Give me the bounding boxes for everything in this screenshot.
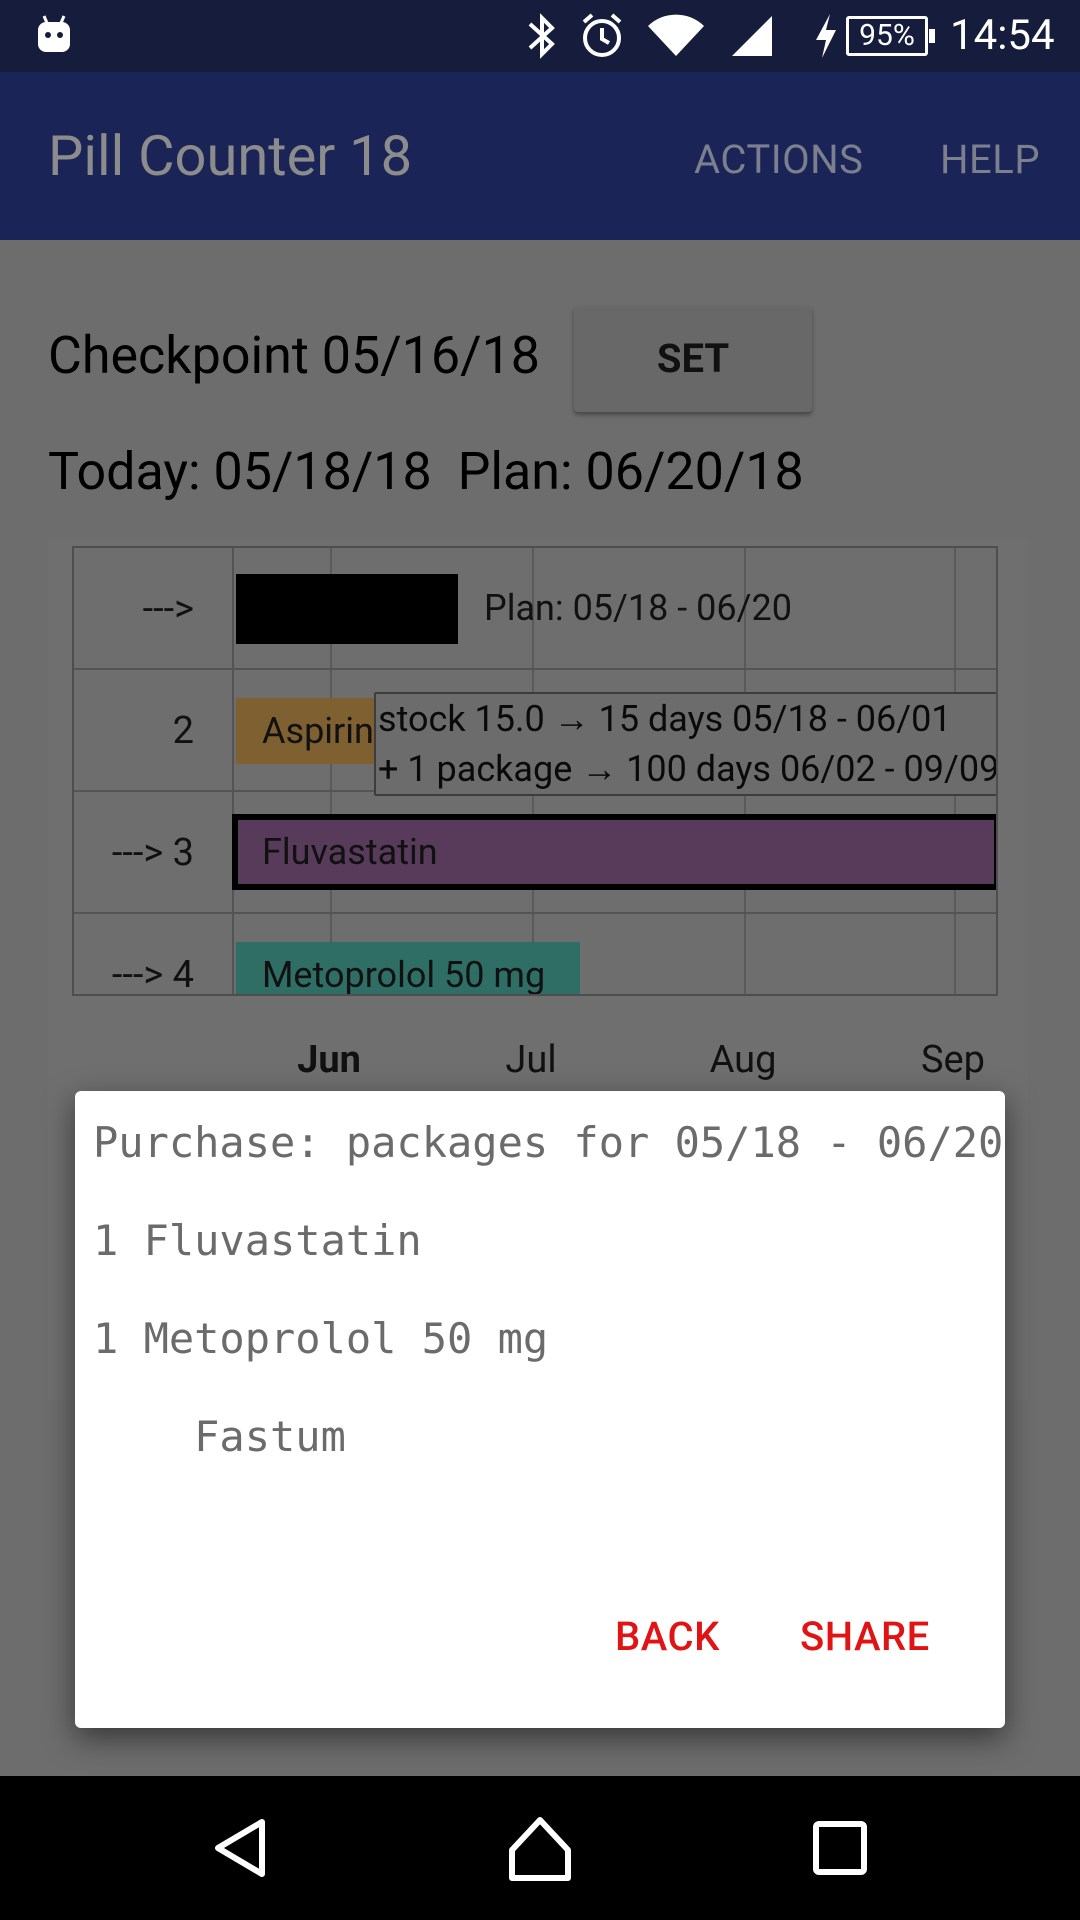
aspirin-bar: Aspirin — [236, 698, 376, 764]
axis-tick-jun: Jun — [297, 1038, 361, 1082]
tooltip-line: + 1 package → 100 days 06/02 - 09/09 — [378, 748, 998, 790]
chart-x-axis: Jun 2018 Jul Aug Sep — [48, 1010, 1028, 1130]
plan-range-label: Plan: 05/18 - 06/20 — [484, 587, 792, 629]
dates-line: Today: 05/18/18 Plan: 06/20/18 — [48, 440, 804, 504]
axis-tick-jul: Jul — [505, 1038, 557, 1082]
today-date: Today: 05/18/18 — [48, 441, 432, 502]
bluetooth-icon — [528, 13, 555, 59]
purchase-dialog: Purchase: packages for 05/18 - 06/20 1 F… — [75, 1091, 1005, 1728]
recents-nav-icon[interactable] — [800, 1808, 880, 1888]
alarm-icon — [582, 13, 622, 57]
row-label: ---> 3 — [74, 792, 234, 914]
help-menu-button[interactable]: HELP — [940, 136, 1040, 184]
purchase-item: 1 Metoprolol 50 mg — [93, 1314, 549, 1363]
purchase-item: Fastum — [93, 1412, 346, 1461]
axis-tick-aug: Aug — [709, 1038, 777, 1082]
plan-bar — [236, 574, 458, 644]
app-bar: Pill Counter 18 ACTIONS HELP — [0, 72, 1080, 240]
screen: 95% 14:54 Pill Counter 18 ACTIONS HELP C… — [0, 0, 1080, 1920]
share-button[interactable]: SHARE — [800, 1611, 930, 1663]
charging-icon — [816, 14, 836, 58]
purchase-item: 1 Fluvastatin — [93, 1216, 422, 1265]
stock-tooltip: stock 15.0 → 15 days 05/18 - 06/01 + 1 p… — [374, 692, 998, 796]
signal-icon — [732, 16, 772, 56]
back-button[interactable]: BACK — [615, 1611, 720, 1663]
battery-icon: 95% — [846, 16, 935, 56]
plan-date: Plan: 06/20/18 — [457, 441, 804, 502]
chart-row-metoprolol[interactable]: ---> 4 Metoprolol 50 mg — [74, 914, 996, 994]
dialog-title: Purchase: packages for 05/18 - 06/20 — [93, 1118, 1004, 1167]
fluvastatin-bar: Fluvastatin — [232, 814, 996, 890]
chart-row-plan[interactable]: ---> Plan: 05/18 - 06/20 — [74, 548, 996, 670]
chart-row-fluvastatin[interactable]: ---> 3 Fluvastatin — [74, 792, 996, 914]
app-title: Pill Counter 18 — [48, 123, 413, 189]
status-time: 14:54 — [950, 11, 1055, 60]
actions-menu-button[interactable]: ACTIONS — [694, 136, 863, 184]
row-label: 2 — [74, 670, 234, 792]
back-nav-icon[interactable] — [200, 1808, 280, 1888]
row-label: ---> 4 — [74, 914, 234, 994]
set-checkpoint-button[interactable]: SET — [574, 306, 812, 412]
row-label: ---> — [74, 548, 234, 670]
navigation-bar — [0, 1776, 1080, 1920]
tooltip-line: stock 15.0 → 15 days 05/18 - 06/01 — [378, 698, 952, 740]
android-icon — [38, 15, 70, 52]
home-nav-icon[interactable] — [500, 1808, 580, 1888]
checkpoint-label: Checkpoint 05/16/18 — [48, 325, 541, 386]
wifi-icon — [648, 14, 704, 56]
chart-rows[interactable]: ---> Plan: 05/18 - 06/20 2 Aspirin ---> … — [72, 546, 998, 996]
metoprolol-bar: Metoprolol 50 mg — [236, 942, 580, 994]
axis-tick-sep: Sep — [920, 1038, 986, 1082]
status-bar: 95% 14:54 — [0, 0, 1080, 72]
